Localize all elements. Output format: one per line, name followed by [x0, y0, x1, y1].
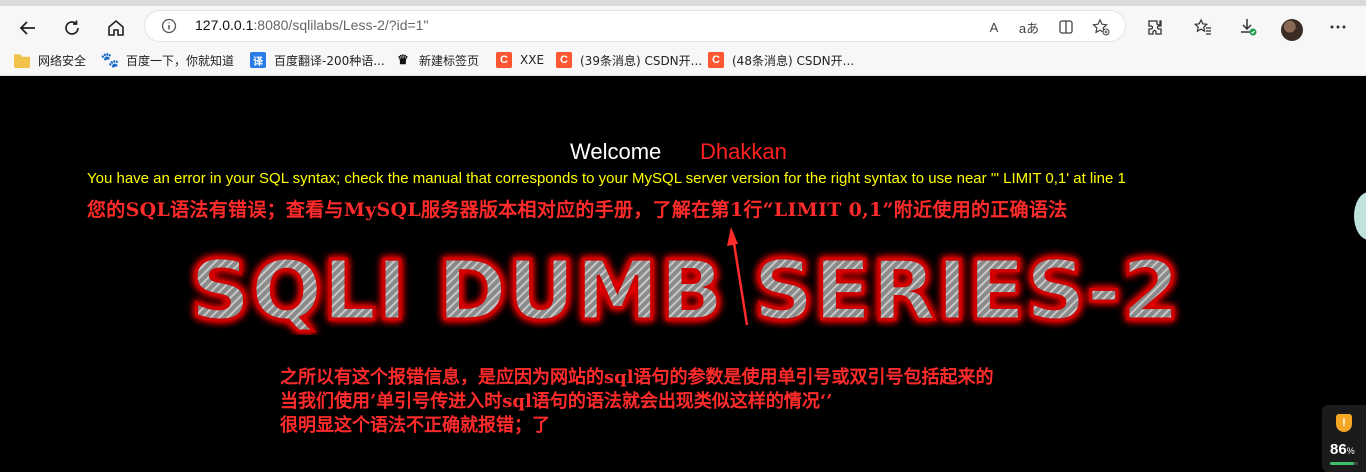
sidebar-toggle[interactable]	[1354, 192, 1366, 240]
add-favorite-icon[interactable]	[1090, 16, 1112, 38]
bookmark-label: (39条消息) CSDN开...	[580, 53, 703, 68]
bookmark-label: 网络安全	[38, 53, 87, 68]
back-button[interactable]	[12, 12, 44, 44]
url-path: :8080/sqlilabs/Less-2/?id=1"	[253, 17, 429, 33]
translate-icon[interactable]: aあ	[1018, 16, 1040, 38]
home-button[interactable]	[100, 12, 132, 44]
page-content: Welcome Dhakkan You have an error in you…	[0, 77, 1366, 472]
crown-icon: ♛	[397, 52, 409, 67]
address-bar[interactable]: 127.0.0.1:8080/sqlilabs/Less-2/?id=1" A …	[144, 10, 1126, 42]
bookmarks-bar: 网络安全 🐾 百度一下，你就知道 译 百度翻译-200种语... ♛ 新建标签页…	[0, 44, 1366, 76]
annotation-line-1: 之所以有这个报错信息，是应因为网站的sql语句的参数是使用单引号或双引号包括起来…	[280, 367, 994, 388]
refresh-icon	[65, 20, 79, 35]
url-text[interactable]: 127.0.0.1:8080/sqlilabs/Less-2/?id=1"	[195, 17, 428, 33]
more-menu-icon[interactable]	[1323, 12, 1353, 42]
welcome-username: Dhakkan	[700, 139, 787, 164]
bookmark-label: 百度一下，你就知道	[126, 53, 235, 68]
bookmark-xxe[interactable]: C XXE	[496, 51, 544, 69]
performance-unit: %	[1346, 446, 1355, 456]
favorites-icon[interactable]	[1188, 12, 1218, 42]
bookmark-baidu[interactable]: 🐾 百度一下，你就知道	[100, 51, 235, 69]
bookmark-csdn-48[interactable]: C (48条消息) CSDN开...	[708, 51, 854, 69]
csdn-icon: C	[708, 52, 724, 68]
bookmark-label: 新建标签页	[419, 53, 480, 68]
csdn-icon: C	[496, 52, 512, 68]
bookmark-new-tab[interactable]: ♛ 新建标签页	[395, 51, 479, 69]
home-icon	[108, 19, 124, 36]
bookmark-csdn-39[interactable]: C (39条消息) CSDN开...	[556, 51, 702, 69]
reader-view-icon[interactable]	[1055, 16, 1077, 38]
sqli-dumb-series-banner: SQLI DUMB SERIES-2	[189, 245, 1182, 335]
bookmark-baidu-translate[interactable]: 译 百度翻译-200种语...	[250, 51, 385, 69]
bookmark-label: (48条消息) CSDN开...	[732, 53, 855, 68]
performance-widget[interactable]: ! 86%	[1322, 405, 1366, 472]
downloads-icon[interactable]	[1233, 12, 1263, 42]
baidu-icon: 🐾	[100, 52, 120, 69]
annotation-line-2: 当我们使用’单引号传进入时sql语句的语法就会出现类似这样的情况‘’	[280, 391, 833, 412]
extensions-icon[interactable]	[1140, 12, 1170, 42]
info-icon[interactable]	[161, 18, 177, 34]
profile-avatar[interactable]	[1281, 19, 1303, 41]
read-aloud-icon[interactable]: A	[983, 16, 1005, 38]
banner-text: SQLI DUMB SERIES-2	[190, 245, 1180, 335]
bookmark-network-security[interactable]: 网络安全	[14, 51, 86, 69]
performance-number: 86	[1330, 441, 1347, 458]
sql-error-translation: 您的SQL语法有错误；查看与MySQL服务器版本相对应的手册，了解在第1行“LI…	[87, 199, 1068, 221]
performance-bar-fill	[1330, 462, 1355, 465]
folder-icon	[14, 54, 30, 68]
shield-icon: !	[1336, 414, 1352, 432]
bookmark-label: XXE	[520, 53, 545, 67]
csdn-icon: C	[556, 52, 572, 68]
sql-error-message: You have an error in your SQL syntax; ch…	[87, 170, 1126, 187]
translate-icon: 译	[250, 52, 266, 68]
back-arrow-icon	[19, 21, 35, 35]
browser-toolbar: 127.0.0.1:8080/sqlilabs/Less-2/?id=1" A …	[0, 0, 1366, 44]
performance-value: 86%	[1330, 441, 1355, 458]
performance-bar	[1330, 462, 1358, 465]
url-host: 127.0.0.1	[195, 17, 254, 33]
bookmark-label: 百度翻译-200种语...	[274, 53, 385, 68]
welcome-text: Welcome	[570, 139, 662, 164]
annotation-line-3: 很明显这个语法不正确就报错；了	[280, 415, 550, 436]
refresh-button[interactable]	[56, 12, 88, 44]
